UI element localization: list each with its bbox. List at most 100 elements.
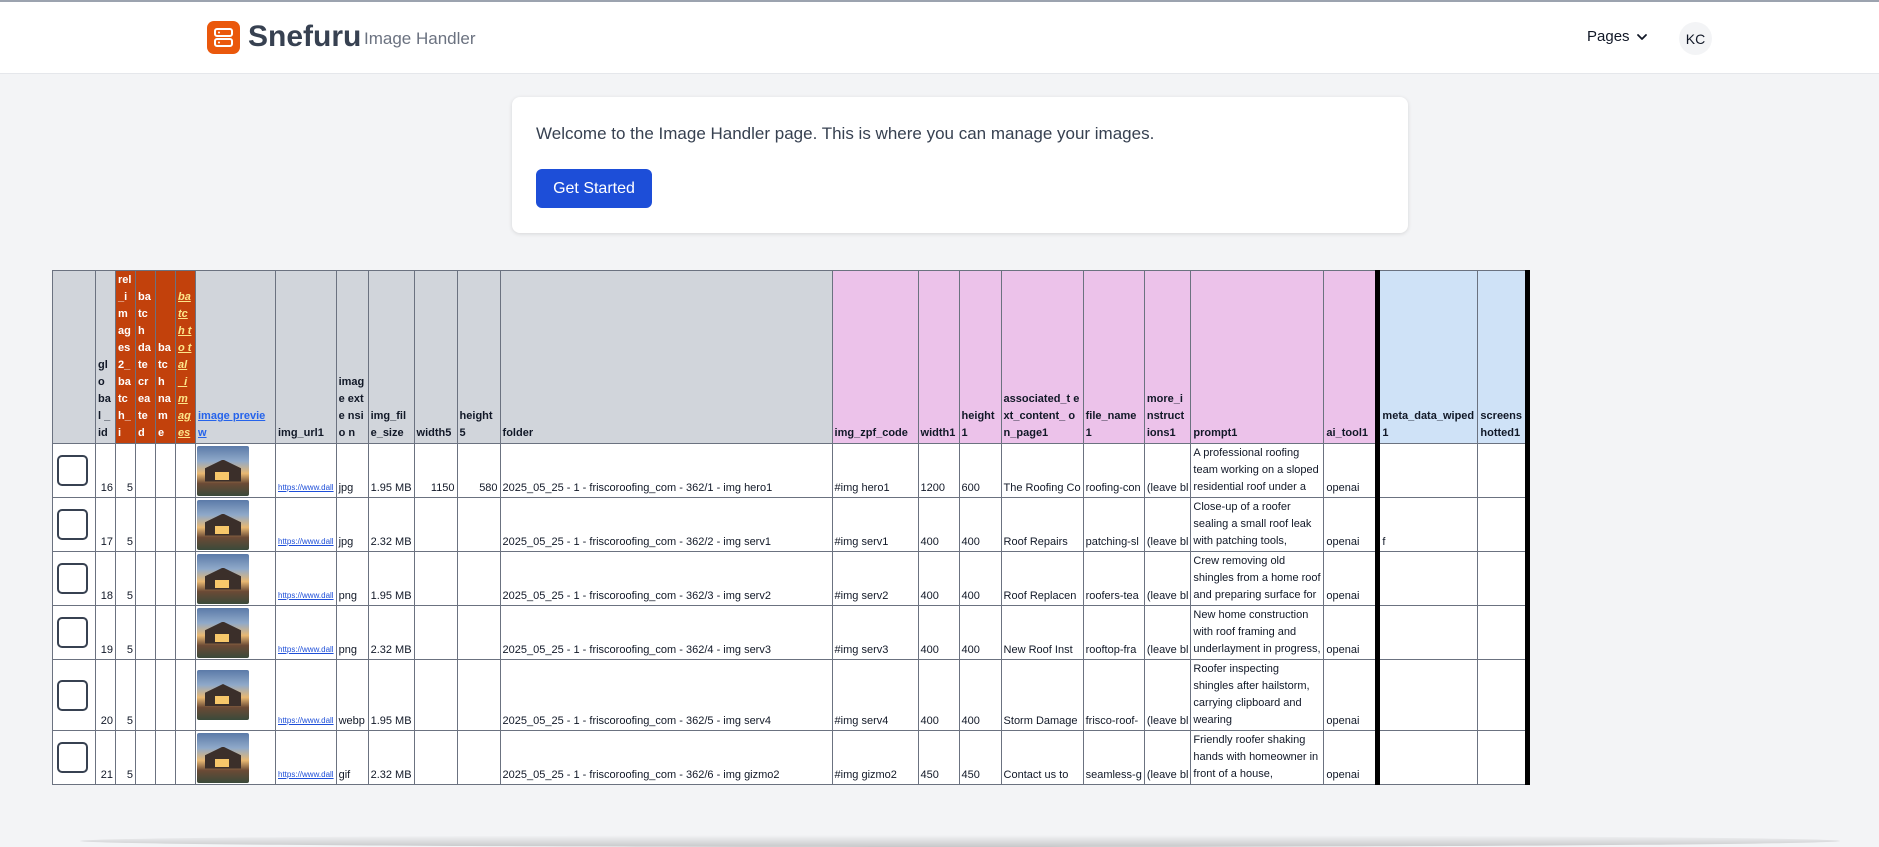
cell-more-instructions: (leave bl — [1143, 605, 1192, 660]
cell-file-name: seamless-g — [1082, 730, 1145, 785]
cell-rel-images-batch-id: 5 — [115, 443, 136, 498]
cell-more-instructions: (leave bl — [1143, 497, 1192, 552]
cell-width1: 450 — [917, 730, 960, 785]
cell-img-url1-link[interactable]: https://www.dall — [275, 443, 337, 498]
cell-ai-tool1: openai — [1323, 730, 1379, 785]
row-select-checkbox[interactable] — [57, 563, 88, 594]
row-select-checkbox[interactable] — [57, 455, 88, 486]
col-file-name[interactable]: file_name 1 — [1082, 270, 1145, 444]
cell-select — [52, 497, 96, 552]
cell-rel-images-batch-id: 5 — [115, 497, 136, 552]
col-height5[interactable]: height5 — [456, 270, 501, 444]
col-more-instructions[interactable]: more_i nstruct ions1 — [1143, 270, 1192, 444]
col-global-id[interactable]: glo bal _id — [95, 270, 116, 444]
cell-folder: 2025_05_25 - 1 - friscoroofing_com - 362… — [499, 551, 833, 606]
cell-batch-total-images — [175, 551, 196, 606]
app-logo-text[interactable]: Snefuru — [248, 19, 361, 55]
user-avatar[interactable]: KC — [1679, 22, 1712, 55]
get-started-button[interactable]: Get Started — [536, 169, 652, 208]
cell-batch-date — [135, 497, 156, 552]
col-batch-total-images[interactable]: ba tc h to tal _im ag es — [175, 270, 196, 444]
pages-menu-button[interactable]: Pages — [1587, 28, 1648, 45]
cell-batch-total-images — [175, 659, 196, 731]
cell-height1: 400 — [958, 659, 1002, 731]
image-table-container: glo bal _id rel _i m ag es 2_ ba tc h_i … — [52, 270, 1531, 785]
cell-batch-total-images — [175, 730, 196, 785]
image-thumbnail[interactable] — [197, 732, 249, 783]
col-folder[interactable]: folder — [499, 270, 833, 444]
table-row[interactable]: 21 5 https://www.dall gif 2.32 MB 2025_05_25 … — [52, 730, 1531, 785]
cell-img-url1-link[interactable]: https://www.dall — [275, 497, 337, 552]
col-height1[interactable]: height1 — [958, 270, 1002, 444]
cell-batch-name — [155, 443, 176, 498]
cell-global-id: 17 — [95, 497, 116, 552]
table-row[interactable]: 18 5 https://www.dall png 1.95 MB 2025_05_25 … — [52, 551, 1531, 606]
cell-height1: 400 — [958, 605, 1002, 660]
row-select-checkbox[interactable] — [57, 742, 88, 773]
logo-icon[interactable] — [207, 21, 240, 54]
cell-img-url1-link[interactable]: https://www.dall — [275, 659, 337, 731]
cell-batch-date — [135, 443, 156, 498]
row-select-checkbox[interactable] — [57, 679, 88, 711]
cell-prompt1: A professional roofing team working on a… — [1190, 443, 1325, 498]
cell-height5 — [456, 605, 501, 660]
col-batch-name[interactable]: ba tc h na m e — [155, 270, 176, 444]
cell-select — [52, 605, 96, 660]
table-row[interactable]: 19 5 https://www.dall png 2.32 MB 2025_05_25 … — [52, 605, 1531, 660]
col-select — [52, 270, 96, 444]
cell-batch-date — [135, 730, 156, 785]
cell-batch-name — [155, 551, 176, 606]
col-meta-data-wiped1[interactable]: meta_data_wiped1 — [1375, 270, 1479, 444]
cell-select — [52, 551, 96, 606]
row-select-checkbox[interactable] — [57, 509, 88, 540]
cell-width5 — [413, 605, 458, 660]
col-rel-images[interactable]: rel _i m ag es 2_ ba tc h_i — [115, 270, 136, 444]
server-stack-icon — [214, 28, 233, 47]
table-body: 16 5 https://www.dall jpg 1.95 MB 1150 580 2025… — [52, 443, 1531, 785]
col-image-extension[interactable]: image exte nsio n — [335, 270, 369, 444]
cell-rel-images-batch-id: 5 — [115, 659, 136, 731]
image-thumbnail[interactable] — [197, 607, 249, 658]
col-img-zpf-code[interactable]: img_zpf_code — [831, 270, 919, 444]
table-row[interactable]: 16 5 https://www.dall jpg 1.95 MB 1150 580 2025… — [52, 443, 1531, 498]
col-screenshotted1[interactable]: screens hotted1 — [1477, 270, 1531, 444]
col-ai-tool1[interactable]: ai_tool1 — [1323, 270, 1379, 444]
col-image-preview[interactable]: image preview — [195, 270, 276, 444]
cell-ai-tool1: openai — [1323, 497, 1379, 552]
col-prompt1[interactable]: prompt1 — [1190, 270, 1325, 444]
image-thumbnail[interactable] — [197, 445, 249, 496]
col-batch-date[interactable]: ba tc h da te cr ea te d — [135, 270, 156, 444]
col-img-url1[interactable]: img_url1 — [275, 270, 337, 444]
cell-rel-images-batch-id: 5 — [115, 605, 136, 660]
cell-batch-date — [135, 605, 156, 660]
image-thumbnail[interactable] — [197, 553, 249, 604]
cell-meta-data-wiped1 — [1375, 659, 1479, 731]
cell-associated-text: Contact us to — [1000, 730, 1084, 785]
cell-img-url1-link[interactable]: https://www.dall — [275, 605, 337, 660]
table-row[interactable]: 17 5 https://www.dall jpg 2.32 MB 2025_05_25 … — [52, 497, 1531, 552]
cell-select — [52, 659, 96, 731]
page-subtitle: Image Handler — [364, 29, 476, 48]
cell-batch-date — [135, 551, 156, 606]
image-thumbnail[interactable] — [197, 670, 249, 720]
cell-image-preview — [195, 730, 276, 785]
cell-height1: 450 — [958, 730, 1002, 785]
col-width5[interactable]: width5 — [413, 270, 458, 444]
table-row[interactable]: 20 5 https://www.dall webp 1.95 MB 2025_05_25… — [52, 659, 1531, 731]
cell-associated-text: Storm Damage — [1000, 659, 1084, 731]
col-img-file-size[interactable]: img_fil e_size — [367, 270, 415, 444]
cell-image-extension: webp — [335, 659, 369, 731]
image-thumbnail[interactable] — [197, 499, 249, 550]
cell-file-name: roofing-con — [1082, 443, 1145, 498]
cell-image-preview — [195, 551, 276, 606]
cell-img-url1-link[interactable]: https://www.dall — [275, 730, 337, 785]
cell-more-instructions: (leave bl — [1143, 730, 1192, 785]
cell-folder: 2025_05_25 - 1 - friscoroofing_com - 362… — [499, 659, 833, 731]
cell-height5 — [456, 659, 501, 731]
cell-img-file-size: 2.32 MB — [367, 605, 415, 660]
col-associated-text[interactable]: associated_t ext_content_ on_page1 — [1000, 270, 1084, 444]
col-width1[interactable]: width1 — [917, 270, 960, 444]
cell-img-url1-link[interactable]: https://www.dall — [275, 551, 337, 606]
cell-height5: 580 — [456, 443, 501, 498]
row-select-checkbox[interactable] — [57, 617, 88, 648]
